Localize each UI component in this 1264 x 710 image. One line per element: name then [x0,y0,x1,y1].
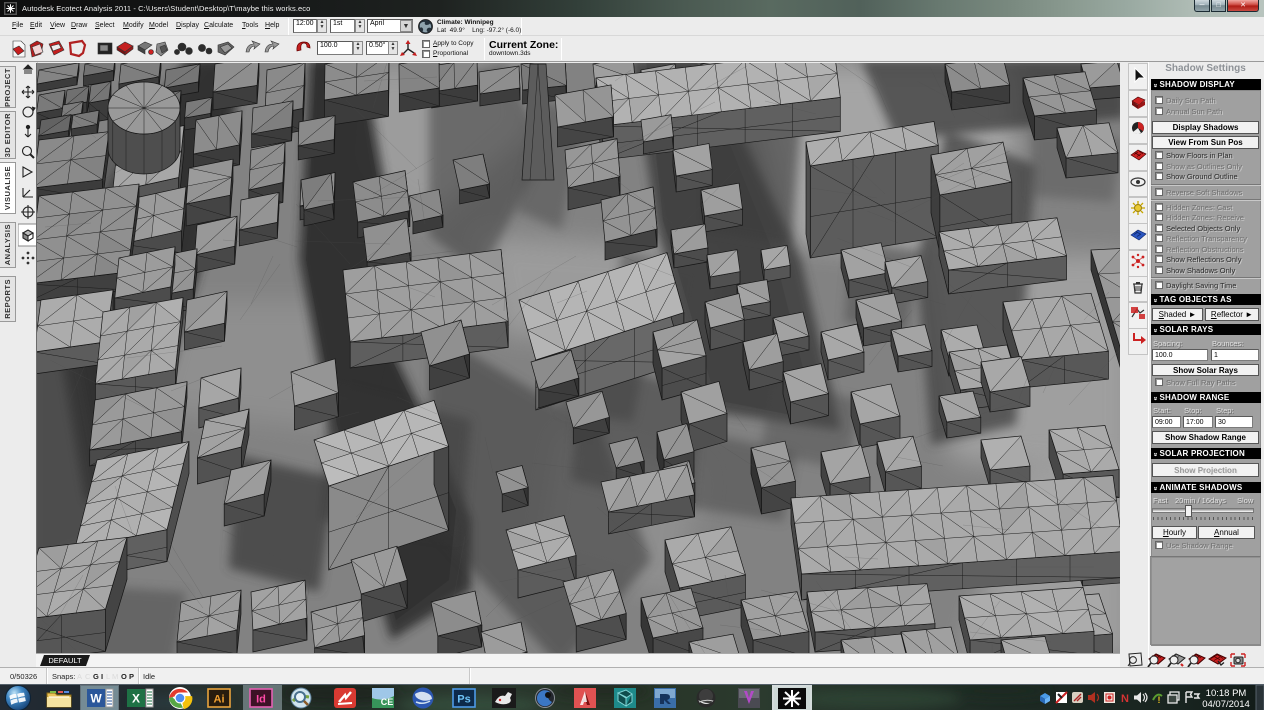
svg-text:CE: CE [381,697,394,707]
svg-text:N: N [1121,693,1129,705]
svg-text:Ps: Ps [457,694,470,706]
svg-text:04/07/2014: 04/07/2014 [1202,699,1250,710]
svg-text:X: X [132,692,140,706]
svg-text:Ai: Ai [214,694,225,706]
svg-text:Id: Id [256,694,266,706]
svg-text:!: ! [1158,695,1161,705]
svg-text:W: W [90,692,102,706]
svg-text:10:18 PM: 10:18 PM [1206,688,1247,699]
